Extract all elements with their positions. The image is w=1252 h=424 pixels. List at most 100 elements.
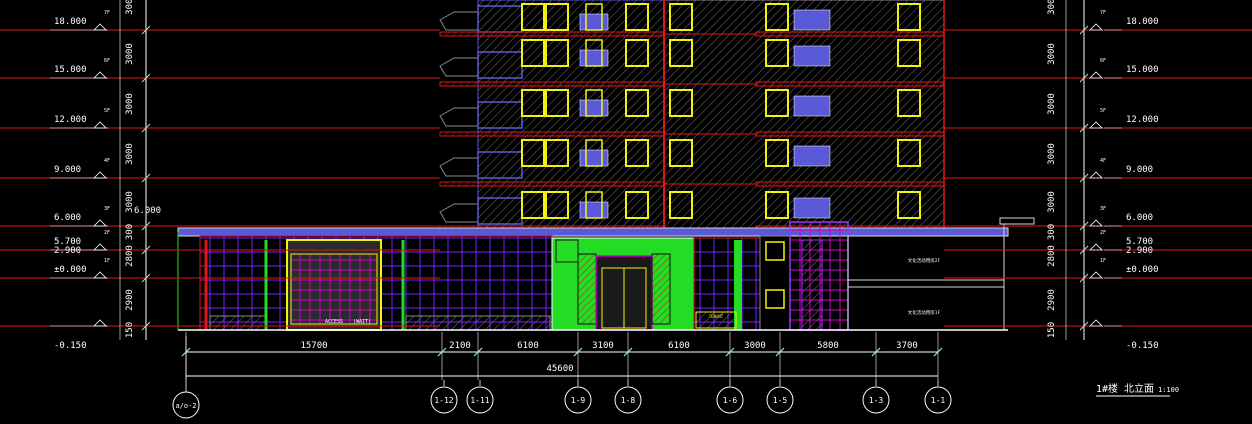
axis-label: 1-12	[434, 396, 453, 405]
balcony	[439, 57, 479, 77]
drawing-title: 1#楼 北立面	[1096, 382, 1154, 395]
storey-dim: 3000	[125, 93, 135, 115]
floor-label: 4F	[1100, 158, 1106, 164]
storey-dim: 3000	[1047, 43, 1057, 65]
elevation-value: 9.000	[1126, 165, 1153, 175]
storey-dim: 3000	[1047, 0, 1057, 15]
level-symbol	[1089, 71, 1103, 79]
window-blue	[579, 49, 609, 67]
axis-label: 1-1	[931, 396, 946, 405]
door-note-a: ACCESS	[325, 319, 343, 325]
segment-dimension: 3100	[592, 341, 614, 351]
storey-dim: 2800	[125, 245, 135, 267]
storey-dim: 2800	[1047, 245, 1057, 267]
grid-ref-bubble: a/o-2	[172, 336, 200, 419]
floor-label: 6F	[1100, 58, 1106, 64]
window-blue	[579, 201, 609, 219]
window-blue	[579, 99, 609, 117]
floor-label: 7F	[1100, 10, 1106, 16]
elevation-value: 18.000	[1126, 17, 1159, 27]
floor-label: 2F	[1100, 230, 1106, 236]
level-symbol	[93, 219, 107, 227]
floor-band	[755, 181, 945, 187]
level-symbol	[93, 23, 107, 31]
storey-dim: 3000	[1047, 191, 1057, 213]
door-note-b: (WAIT)	[353, 319, 371, 325]
drawing-scale: 1:100	[1158, 386, 1179, 394]
shop-label-2f: 文化活动用房2F	[908, 257, 941, 264]
floor-label: 7F	[104, 10, 110, 16]
storey-dim: 3000	[125, 143, 135, 165]
elevation-value: ±0.000	[1126, 265, 1159, 275]
segment-dimension: 2100	[449, 341, 471, 351]
floor-label: 1F	[104, 258, 110, 264]
window-blue	[793, 9, 831, 31]
balcony	[439, 157, 479, 177]
balcony	[439, 11, 479, 31]
grid-ref-label: a/o-2	[175, 402, 196, 410]
elevation-value-2: 2.900	[1126, 246, 1153, 256]
window-blue	[579, 13, 609, 31]
axis-label: 1-6	[723, 396, 738, 405]
elevation-value: ±0.000	[54, 265, 87, 275]
elevation-value: -0.150	[54, 341, 87, 351]
floor-label: 5F	[104, 108, 110, 114]
floor-band	[755, 81, 945, 87]
elevation-value: 9.000	[54, 165, 81, 175]
elevation-value: 12.000	[1126, 115, 1159, 125]
segment-dimension: 6100	[668, 341, 690, 351]
floor-band	[439, 131, 665, 137]
level-symbol	[1089, 319, 1103, 327]
level-symbol	[93, 71, 107, 79]
floor-band	[439, 181, 665, 187]
floor-label: 6F	[104, 58, 110, 64]
floor-label: 1F	[1100, 258, 1106, 264]
right-elevation-column: 18.0007F15.0006F12.0005F9.0004F6.0003F5.…	[1065, 0, 1159, 351]
floor-label: 3F	[1100, 206, 1106, 212]
shop-label-1f: 文化活动用房1F	[908, 309, 941, 316]
segment-dimension: 15700	[300, 341, 327, 351]
axis-label: 1-11	[470, 396, 489, 405]
storey-dim: 3000	[1047, 93, 1057, 115]
balcony	[439, 203, 479, 223]
floor-label: 5F	[1100, 108, 1106, 114]
storey-dim: 3000	[125, 0, 135, 15]
tower-facade	[439, 0, 945, 231]
floor-band	[439, 81, 665, 87]
elevation-value: -0.150	[1126, 341, 1159, 351]
elevation-value: 15.000	[1126, 65, 1159, 75]
drawing-title-block: 1#楼 北立面 1:100	[1096, 382, 1179, 397]
axis-label: 1-9	[571, 396, 586, 405]
segment-dimension: 3000	[744, 341, 766, 351]
elevation-value: 6.000	[1126, 213, 1153, 223]
level-symbol	[1089, 171, 1103, 179]
bottom-dimension-chain: 15700 2100 6100 3100 6100 3000 5800 3700 45600	[181, 332, 943, 380]
podium-facade: ACCESS (WAIT) TENANT 文化活动用房2F 文化活动用房1F	[177, 217, 1035, 331]
level-symbol	[93, 243, 107, 251]
axis-label: 1-3	[869, 396, 884, 405]
level-symbol	[93, 171, 107, 179]
mid-level-label: 6.000	[134, 206, 161, 216]
tenant-sign: TENANT	[709, 314, 724, 319]
floor-label: 4F	[104, 158, 110, 164]
elevation-value: 18.000	[54, 17, 87, 27]
level-symbol	[93, 271, 107, 279]
window-blue	[793, 197, 831, 219]
floor-label: 3F	[104, 206, 110, 212]
elevation-drawing: ACCESS (WAIT) TENANT 文化活动用房2F 文化活动用房1F 1…	[0, 0, 1252, 419]
storey-dim: 300	[1047, 224, 1057, 240]
storey-dim: 300	[125, 224, 135, 240]
level-symbol	[1089, 121, 1103, 129]
storey-dim: 150	[1047, 322, 1057, 338]
segment-dimension: 6100	[517, 341, 539, 351]
axis-bubbles: 1-12 1-11 1-9 1-8 1-6 1-5 1-3 1-1	[430, 380, 952, 414]
level-symbol	[1089, 23, 1103, 31]
window-blue	[793, 145, 831, 167]
window-blue	[579, 149, 609, 167]
axis-label: 1-8	[621, 396, 636, 405]
elevation-value: 12.000	[54, 115, 87, 125]
elevation-value: 6.000	[54, 213, 81, 223]
storey-dim: 3000	[1047, 143, 1057, 165]
window-blue	[793, 95, 831, 117]
level-symbol	[93, 121, 107, 129]
